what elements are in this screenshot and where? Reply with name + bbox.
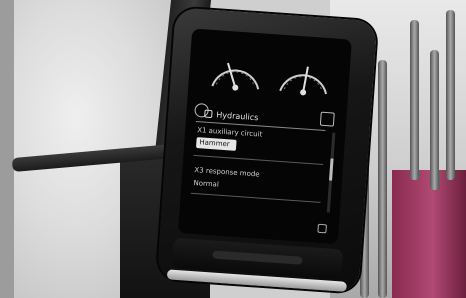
settings-icon[interactable]: [317, 223, 327, 234]
item-separator: [193, 154, 324, 165]
item-separator: [190, 192, 321, 203]
scene: Hydraulics X1 auxiliary circuit Hammer X…: [0, 0, 466, 298]
display-screen: Hydraulics X1 auxiliary circuit Hammer X…: [177, 28, 352, 245]
menu-item-value[interactable]: Normal: [193, 179, 219, 189]
bezel-slot: [212, 250, 303, 265]
pipe: [378, 60, 387, 298]
menu-item-label[interactable]: X1 auxiliary circuit: [197, 126, 263, 139]
scroll-thumb[interactable]: [329, 158, 334, 181]
left-gauge-icon: [206, 40, 268, 98]
menu-title: Hydraulics: [216, 109, 259, 122]
pipe: [446, 10, 455, 180]
pipe: [410, 20, 419, 180]
scrollbar[interactable]: [326, 132, 336, 213]
gauge-row: [188, 36, 352, 107]
magenta-hose-area: [392, 170, 466, 298]
menu-item-value-selected[interactable]: Hammer: [195, 137, 237, 151]
right-gauge-icon: [274, 44, 336, 102]
display-device: Hydraulics X1 auxiliary circuit Hammer X…: [156, 7, 378, 293]
background-left-band: [0, 0, 14, 298]
hydraulics-icon: [204, 109, 213, 119]
pipe: [430, 50, 439, 190]
menu-item-label[interactable]: X3 response mode: [194, 166, 260, 179]
